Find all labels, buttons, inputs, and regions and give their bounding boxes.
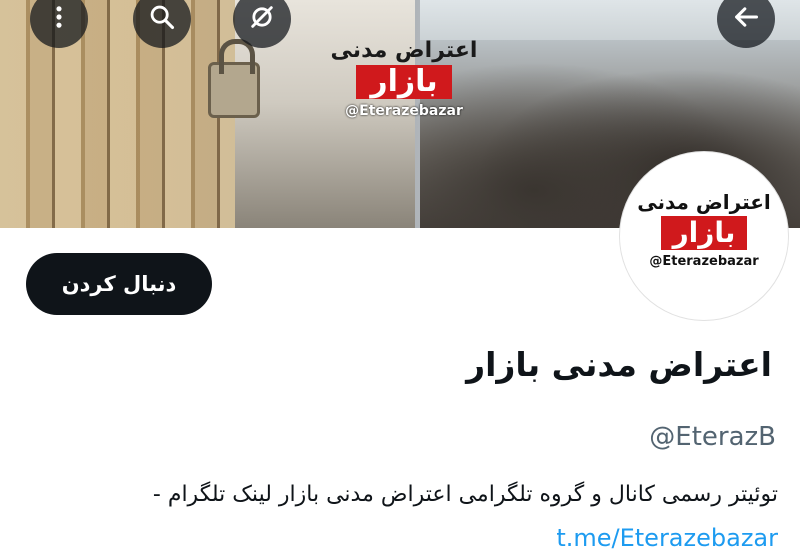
watermark-box: بازار	[356, 65, 452, 99]
avatar-handle: @Eterazebazar	[649, 254, 759, 269]
display-name: اعتراض مدنی بازار	[466, 345, 772, 384]
user-handle: @EterazB	[649, 422, 776, 452]
arrow-left-icon	[732, 3, 760, 35]
watermark-handle: @Eterazebazar	[345, 103, 463, 119]
avatar[interactable]: اعتراض مدنی بازار @Eterazebazar	[620, 152, 788, 320]
avatar-box: بازار	[660, 216, 748, 250]
watermark-title: اعتراض مدنی	[330, 38, 478, 63]
avatar-title: اعتراض مدنی	[637, 190, 771, 214]
search-icon	[148, 3, 176, 35]
profile-link[interactable]: t.me/Eterazebazar	[556, 524, 778, 552]
profile-bio: توئیتر رسمی کانال و گروه تلگرامی اعتراض …	[152, 482, 778, 507]
padlock-graphic	[208, 39, 260, 118]
more-vertical-icon	[45, 3, 73, 35]
mute-icon	[248, 3, 276, 35]
banner-watermark: اعتراض مدنی بازار @Eterazebazar	[330, 38, 478, 119]
follow-button[interactable]: دنبال کردن	[26, 253, 212, 315]
